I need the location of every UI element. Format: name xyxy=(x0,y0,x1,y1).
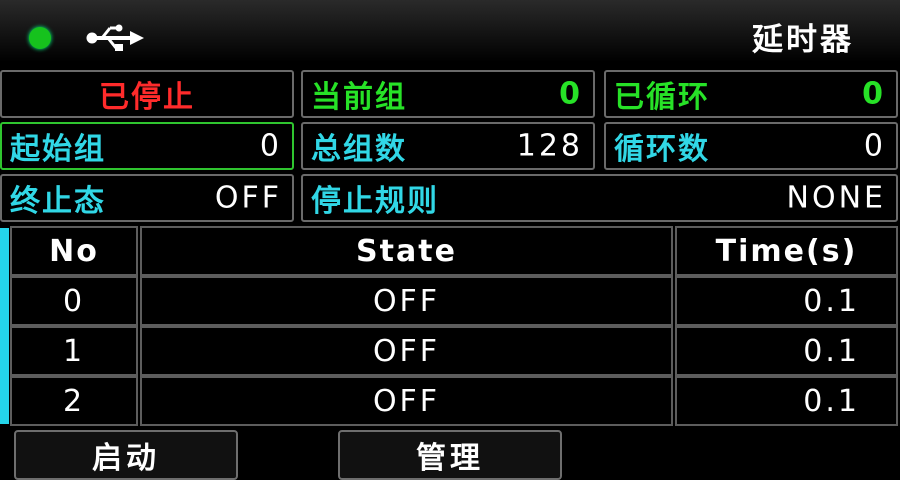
start-group-field[interactable]: 起始组 0 xyxy=(0,122,294,170)
start-group-label: 起始组 xyxy=(10,132,106,167)
end-state-value: OFF xyxy=(214,180,282,216)
start-group-value: 0 xyxy=(259,128,282,164)
table-header-time: Time(s) xyxy=(675,226,898,276)
row-state-cell[interactable]: OFF xyxy=(140,276,673,326)
current-group-cell: 当前组 0 xyxy=(301,70,595,118)
row-time-cell[interactable]: 0.1 xyxy=(675,276,898,326)
end-state-field[interactable]: 终止态 OFF xyxy=(0,174,294,222)
row-no-cell: 0 xyxy=(10,276,138,326)
total-groups-field[interactable]: 总组数 128 xyxy=(301,122,595,170)
status-led-icon xyxy=(29,27,51,49)
row-time-cell[interactable]: 0.1 xyxy=(675,326,898,376)
cycle-count-field[interactable]: 循环数 0 xyxy=(604,122,898,170)
run-state-label: 已停止 xyxy=(99,80,195,115)
row-time-cell[interactable]: 0.1 xyxy=(675,376,898,426)
cycled-value: 0 xyxy=(862,76,886,112)
table-header-state: State xyxy=(140,226,673,276)
manage-button[interactable]: 管理 xyxy=(338,430,562,480)
end-state-label: 终止态 xyxy=(10,184,106,219)
stop-rule-field[interactable]: 停止规则 NONE xyxy=(301,174,898,222)
row-state-cell[interactable]: OFF xyxy=(140,376,673,426)
total-groups-label: 总组数 xyxy=(311,132,407,167)
run-state-cell: 已停止 xyxy=(0,70,294,118)
row-no-cell: 2 xyxy=(10,376,138,426)
stop-rule-label: 停止规则 xyxy=(311,184,439,219)
title-bar: 延时器 xyxy=(0,0,900,62)
table-header-no: No xyxy=(10,226,138,276)
current-group-label: 当前组 xyxy=(311,80,407,115)
cycled-label: 已循环 xyxy=(614,80,710,115)
start-button[interactable]: 启动 xyxy=(14,430,238,480)
cycle-count-label: 循环数 xyxy=(614,132,710,167)
row-state-cell[interactable]: OFF xyxy=(140,326,673,376)
row-no-cell: 1 xyxy=(10,326,138,376)
stop-rule-value: NONE xyxy=(786,180,886,216)
app-title: 延时器 xyxy=(752,22,854,58)
cycled-cell: 已循环 0 xyxy=(604,70,898,118)
cycle-count-value: 0 xyxy=(863,128,886,164)
current-group-value: 0 xyxy=(559,76,583,112)
table-scroll-indicator[interactable] xyxy=(0,228,9,424)
total-groups-value: 128 xyxy=(516,128,583,164)
usb-icon xyxy=(86,24,144,51)
